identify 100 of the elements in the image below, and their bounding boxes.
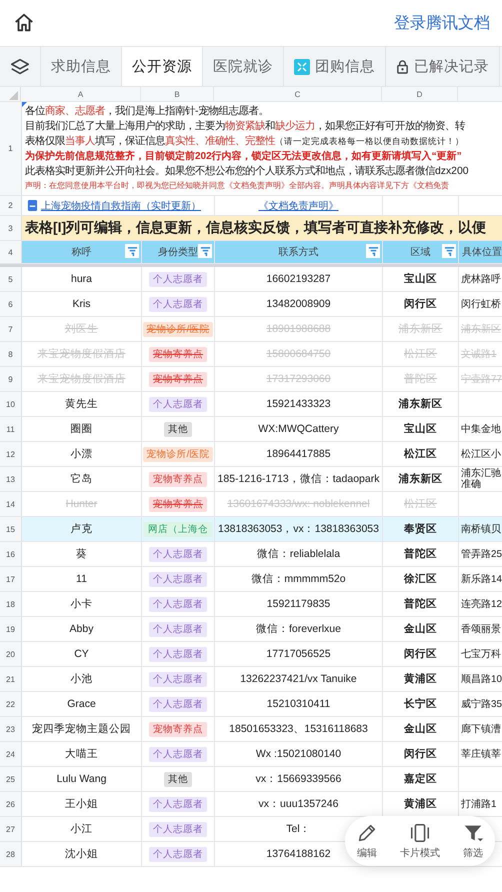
table-cell: 普陀区 — [404, 372, 437, 386]
column-header: 称呼 — [72, 246, 92, 259]
sheet-tab[interactable]: 公开资源 — [122, 47, 203, 86]
row-number[interactable]: 5 — [8, 274, 13, 284]
table-cell: 13764188162 — [266, 848, 331, 860]
table-cell-text: 中集金地 — [460, 424, 501, 434]
disclaimer-link[interactable]: 《文档免责声明》 — [258, 198, 338, 212]
table-cell: 15921433323 — [266, 398, 331, 410]
table-cell: 黄先生 — [65, 397, 98, 411]
column-letter[interactable]: D — [416, 90, 422, 98]
card-icon — [409, 822, 431, 844]
table-cell: 13482008909 — [266, 298, 331, 310]
row-number[interactable]: 17 — [6, 574, 15, 584]
table-cell-text: 文诚路1 — [460, 348, 496, 360]
row-number[interactable]: 26 — [6, 800, 15, 808]
row-number[interactable]: 6 — [8, 300, 13, 308]
table-cell: Tel： — [286, 822, 311, 836]
type-tag: 个人志愿者 — [149, 846, 207, 862]
table-cell: Hunter — [66, 498, 98, 510]
type-tag: 宠物寄养点 — [149, 372, 207, 386]
row-number[interactable]: 23 — [6, 724, 15, 734]
table-cell-text: 顺昌路10 — [460, 674, 502, 684]
row-number[interactable]: 8 — [8, 350, 13, 358]
row-number[interactable]: 18 — [6, 600, 15, 608]
column-header: 具体位置 — [461, 246, 502, 259]
row-number[interactable]: 15 — [6, 524, 15, 534]
table-cell-text: 连亮路12 — [460, 598, 502, 610]
table-cell: Lulu Wang — [56, 773, 106, 785]
toolbar-button[interactable]: 编辑 — [356, 822, 378, 860]
type-tag: 个人志愿者 — [149, 672, 207, 686]
table-cell-text: 莘庄镇莘 — [460, 748, 501, 760]
row-number[interactable]: 24 — [6, 750, 15, 758]
guide-link[interactable]: 上海宠物疫情自救指南（实时更新） — [41, 198, 201, 212]
login-link[interactable]: 登录腾讯文档 — [394, 12, 490, 34]
table-cell: 小池 — [70, 672, 92, 686]
table-cell: 微信：reliablelala — [256, 547, 340, 561]
row-number[interactable]: 7 — [8, 324, 13, 334]
row-number[interactable]: 28 — [6, 850, 15, 858]
column-letter[interactable]: A — [78, 90, 84, 98]
table-cell: Abby — [70, 623, 94, 635]
row-number[interactable]: 19 — [6, 624, 15, 634]
row-number[interactable]: 12 — [6, 450, 15, 458]
table-cell: 17717056525 — [266, 648, 331, 660]
table-cell: WX:MWQCattery — [258, 423, 339, 435]
filter-icon[interactable] — [442, 244, 456, 258]
table-cell: 奉贤区 — [404, 522, 437, 536]
row-number[interactable]: 27 — [6, 824, 15, 834]
type-tag: 宠物诊所/医院 — [142, 446, 214, 462]
table-cell: 刘医生 — [65, 322, 98, 336]
sheet-tab[interactable]: 已解决记录 — [386, 47, 500, 86]
table-cell-text: 打浦路1 — [460, 798, 496, 810]
type-tag: 宠物寄养点 — [149, 472, 207, 486]
table-cell: 浦东新区 — [398, 322, 442, 336]
row-number[interactable]: 22 — [6, 700, 15, 708]
type-tag: 个人志愿者 — [149, 396, 207, 412]
sheet-tab[interactable]: 医院就诊 — [203, 47, 284, 86]
row-number[interactable]: 11 — [6, 424, 15, 434]
row-number[interactable]: 13 — [6, 474, 15, 484]
column-header: 身份类型 — [158, 246, 198, 259]
filter-icon[interactable] — [198, 244, 212, 258]
table-cell: 微信：mmmmm52o — [251, 572, 346, 586]
table-cell: 嘉定区 — [404, 772, 437, 786]
filter-icon[interactable] — [366, 244, 380, 258]
row-number[interactable]: 3 — [8, 224, 13, 232]
filter-icon[interactable] — [125, 244, 139, 258]
table-cell: 金山区 — [404, 622, 437, 636]
column-header: 区域 — [410, 246, 430, 259]
toolbar-button[interactable]: 筛选 — [462, 822, 484, 860]
row-number[interactable]: 25 — [6, 774, 15, 784]
table-cell: 185-1216-1713，微信：tadaopark — [218, 472, 380, 486]
column-letter[interactable]: C — [294, 90, 300, 98]
column-letter[interactable]: B — [174, 90, 180, 98]
table-cell: hura — [70, 273, 92, 285]
row-number[interactable]: 20 — [6, 650, 15, 658]
row-number[interactable]: 10 — [6, 400, 15, 408]
row-number[interactable]: 21 — [6, 674, 15, 684]
toolbar-button[interactable]: 卡片模式 — [400, 822, 440, 860]
table-cell-text: 浦东汇驰准确 — [460, 468, 502, 490]
table-cell: 来宝宠物度假酒店 — [38, 372, 126, 386]
pencil-icon — [356, 822, 378, 844]
row-number[interactable]: 16 — [6, 550, 15, 558]
row-number[interactable]: 4 — [8, 248, 13, 256]
table-cell-text: 浦东新区 — [460, 324, 501, 334]
table-cell: 闵行区 — [404, 747, 437, 761]
home-icon[interactable] — [13, 12, 35, 34]
type-tag: 宠物诊所/医院 — [142, 322, 214, 336]
table-cell: 18901988688 — [266, 323, 331, 335]
type-tag: 个人志愿者 — [149, 572, 207, 586]
table-cell: 13818363053，vx：13818363053 — [218, 522, 379, 536]
sheet-tab[interactable]: 团购信息 — [284, 47, 386, 86]
row-number[interactable]: 14 — [6, 500, 15, 508]
table-cell: CY — [74, 648, 89, 660]
row-number[interactable]: 9 — [8, 374, 13, 384]
document-icon — [27, 200, 38, 211]
table-cell: 长宁区 — [404, 697, 437, 711]
row-number[interactable]: 1 — [8, 144, 13, 153]
row-number[interactable]: 2 — [8, 201, 13, 210]
table-cell: 闵行区 — [404, 297, 437, 311]
table-cell: 松江区 — [404, 447, 437, 461]
table-cell: 宝山区 — [404, 272, 437, 286]
